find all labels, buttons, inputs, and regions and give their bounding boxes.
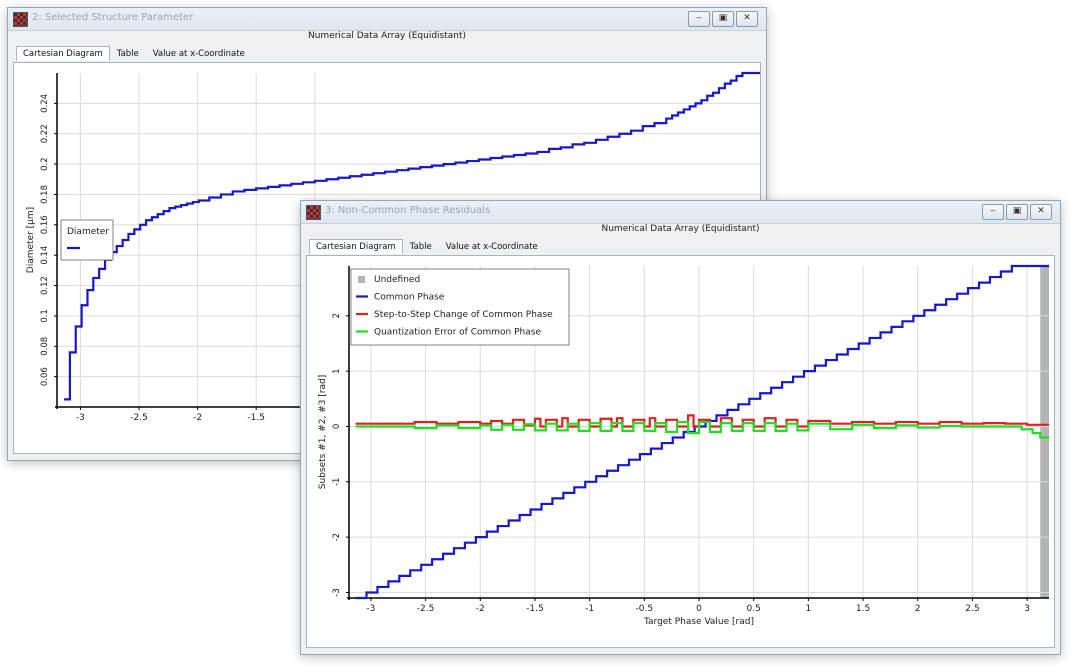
x-tick-label: 2.5 (965, 604, 979, 614)
y-tick-label: 0.06 (40, 367, 50, 386)
legend-label: Diameter (67, 227, 109, 237)
title-bar[interactable]: 3: Non-Common Phase Residuals ‒ ▣ ✕ (301, 201, 1060, 224)
chart-legend: Undefined Common Phase Step-to-Step Change… (350, 268, 570, 346)
legend-label: Step-to-Step Change of Common Phase (374, 310, 553, 320)
y-tick-label: 0.22 (40, 124, 50, 143)
y-tick-label: -2 (332, 533, 342, 541)
tab-table[interactable]: Table (110, 46, 146, 61)
panel-subtitle: Numerical Data Array (Equidistant) (307, 31, 467, 41)
x-tick-label: -3 (76, 413, 85, 423)
close-button[interactable]: ✕ (736, 11, 758, 27)
x-tick-label: -1.5 (247, 413, 265, 423)
tab-cartesian-diagram[interactable]: Cartesian Diagram (16, 46, 110, 61)
y-tick-label: -3 (332, 588, 342, 596)
x-tick-label: -2.5 (130, 413, 148, 423)
x-tick-label: 1 (806, 604, 812, 614)
phase-residuals-chart[interactable]: -3 -2.5 -2 -1.5 -1 -0.5 0 0.5 1 1.5 2 2.5 3 -3 -2 -1 0 1 2… (307, 256, 1054, 647)
x-tick-label: -3 (366, 604, 375, 614)
restore-button[interactable]: ▣ (1006, 204, 1028, 220)
close-icon: ✕ (743, 13, 751, 23)
panel-subtitle: Numerical Data Array (Equidistant) (601, 224, 760, 234)
tab-bar: Cartesian Diagram Table Value at x-Coord… (309, 239, 545, 254)
close-icon: ✕ (1037, 206, 1045, 216)
minimize-icon: ‒ (696, 13, 702, 23)
chart-legend: Diameter (60, 219, 114, 261)
y-tick-label: 0.2 (40, 157, 50, 171)
minimize-button[interactable]: ‒ (688, 11, 710, 27)
x-tick-label: -1.5 (526, 604, 544, 614)
window-non-common-phase-residuals[interactable]: 3: Non-Common Phase Residuals ‒ ▣ ✕ Nume… (300, 200, 1061, 655)
x-tick-label: 2 (915, 604, 921, 614)
tab-value-at-x-coordinate[interactable]: Value at x-Coordinate (439, 239, 545, 254)
y-tick-label: 0.08 (40, 337, 50, 356)
y-axis-title: Subsets #1, #2, #3 [rad] (318, 375, 328, 490)
legend-label: Undefined (374, 275, 420, 285)
y-tick-label: 0.1 (40, 309, 50, 323)
series-line-step-to-step-change-of-common-phase (355, 414, 1049, 428)
y-tick-label: 0.24 (40, 94, 50, 113)
x-tick-label: -2 (193, 413, 202, 423)
close-button[interactable]: ✕ (1030, 204, 1052, 220)
y-axis-title: Diameter [µm] (26, 207, 36, 273)
window-title: 2: Selected Structure Parameter (32, 12, 194, 23)
tab-value-at-x-coordinate[interactable]: Value at x-Coordinate (146, 46, 252, 61)
y-tick-label: 0.14 (40, 246, 50, 265)
app-icon (13, 12, 28, 27)
tab-bar: Cartesian Diagram Table Value at x-Coord… (16, 46, 252, 61)
x-tick-label: -1 (585, 604, 594, 614)
legend-label: Quantization Error of Common Phase (374, 328, 541, 338)
tab-cartesian-diagram[interactable]: Cartesian Diagram (309, 239, 403, 254)
title-bar[interactable]: 2: Selected Structure Parameter ‒ ▣ ✕ (8, 8, 766, 31)
legend-label: Common Phase (374, 293, 445, 303)
y-tick-label: 0.12 (40, 276, 50, 295)
legend-box (60, 219, 114, 261)
window-title: 3: Non-Common Phase Residuals (325, 205, 491, 216)
series-line-quantization-error-of-common-phase (355, 420, 1049, 439)
x-tick-label: -2.5 (417, 604, 435, 614)
x-axis-title: Target Phase Value [rad] (643, 617, 754, 627)
x-tick-label: 1.5 (856, 604, 870, 614)
chart-panel[interactable]: -3 -2.5 -2 -1.5 -1 -0.5 0 0.5 1 1.5 2 2.5 3 -3 -2 -1 0 1 2… (306, 255, 1055, 648)
restore-button[interactable]: ▣ (712, 11, 734, 27)
y-tick-label: -1 (332, 478, 342, 486)
app-icon (306, 205, 321, 220)
y-tick-label: 0.16 (40, 215, 50, 234)
x-tick-label: 0.5 (747, 604, 761, 614)
restore-icon: ▣ (718, 13, 728, 23)
restore-icon: ▣ (1012, 206, 1022, 216)
y-tick-label: 2 (332, 313, 342, 318)
y-tick-label: 0.18 (40, 185, 50, 204)
minimize-button[interactable]: ‒ (982, 204, 1004, 220)
y-tick-label: 1 (332, 368, 342, 373)
x-tick-label: -0.5 (636, 604, 654, 614)
tab-table[interactable]: Table (403, 239, 439, 254)
y-tick-label: 0 (332, 424, 342, 429)
legend-swatch (358, 276, 365, 283)
x-tick-label: 3 (1024, 604, 1030, 614)
x-tick-label: -2 (476, 604, 485, 614)
x-tick-label: 0 (696, 604, 702, 614)
minimize-icon: ‒ (990, 206, 996, 216)
